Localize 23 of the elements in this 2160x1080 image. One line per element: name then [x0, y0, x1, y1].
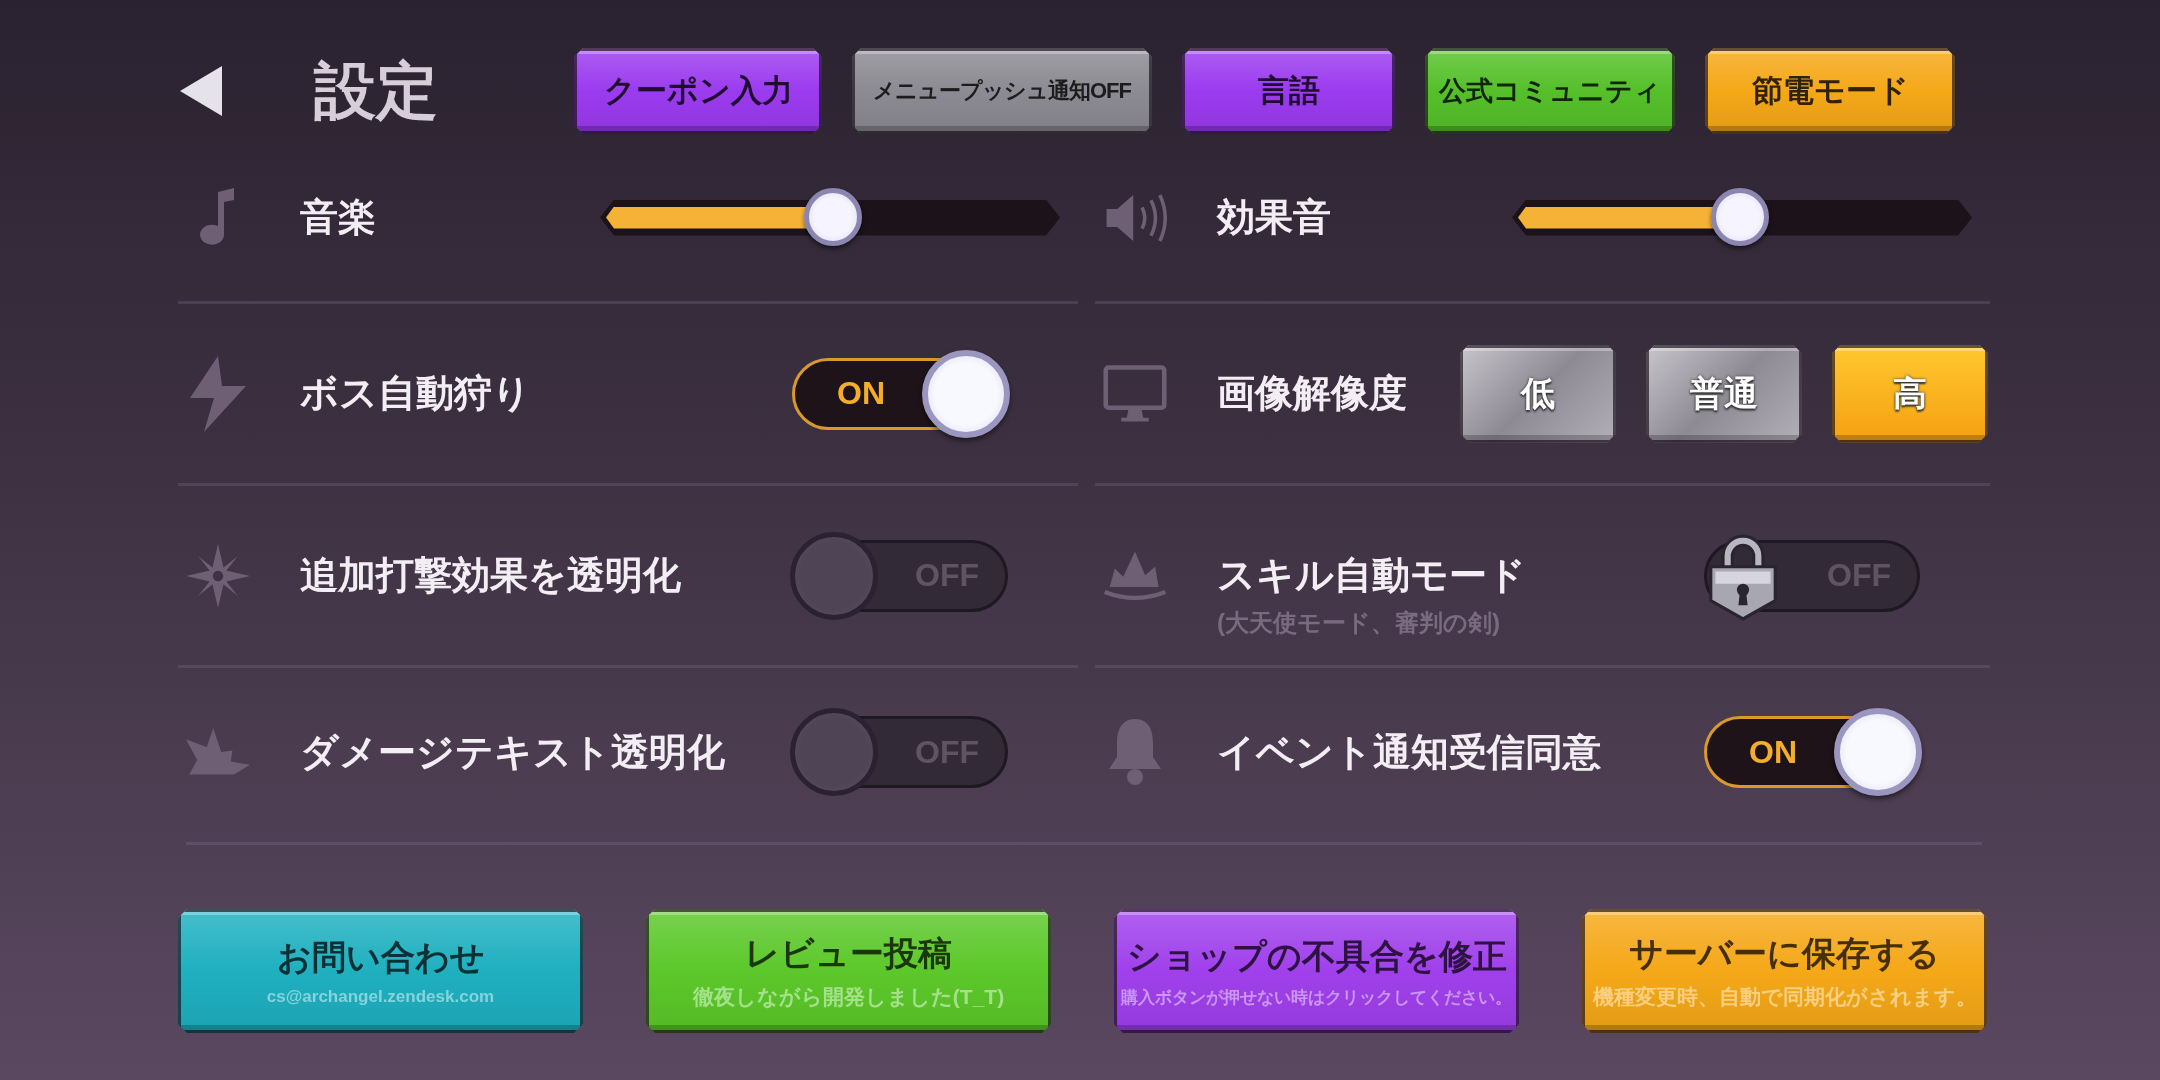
lightning-icon [188, 355, 248, 432]
setting-label: 画像解像度 [1217, 371, 1408, 416]
setting-label: 効果音 [1217, 195, 1332, 240]
menu-button[interactable]: 公式コミュニティ [1425, 48, 1675, 134]
setting-label: ダメージテキスト透明化 [300, 729, 726, 775]
setting-label: ボス自動狩り [300, 371, 532, 416]
action-button[interactable]: レビュー投稿 徹夜しながら開発しました(T_T) [646, 909, 1051, 1033]
setting-label: 追加打撃効果を透明化 [300, 553, 682, 598]
setting-label: スキル自動モード [1217, 553, 1527, 598]
setting-label: イベント通知受信同意 [1217, 729, 1602, 775]
menu-button[interactable]: メニュープッシュ通知OFF [852, 48, 1152, 134]
screen-title: 設定 [314, 55, 439, 127]
menu-button[interactable]: クーポン入力 [574, 48, 822, 134]
action-button[interactable]: サーバーに保存する 機種変更時、自動で同期化がされます。 [1582, 909, 1987, 1033]
setting-label: 音楽 [300, 195, 377, 240]
back-icon[interactable] [178, 64, 224, 118]
menu-button[interactable]: 節電モード [1705, 48, 1955, 134]
resolution-option[interactable]: 普通 [1646, 344, 1802, 443]
action-button[interactable]: お問い合わせ cs@archangel.zendesk.com [178, 909, 583, 1033]
action-button[interactable]: ショップの不具合を修正 購入ボタンが押せない時はクリックしてください。 [1114, 909, 1519, 1033]
slider-thumb[interactable] [804, 187, 862, 246]
menu-button[interactable]: 言語 [1182, 48, 1395, 134]
resolution-option[interactable]: 低 [1460, 344, 1616, 443]
